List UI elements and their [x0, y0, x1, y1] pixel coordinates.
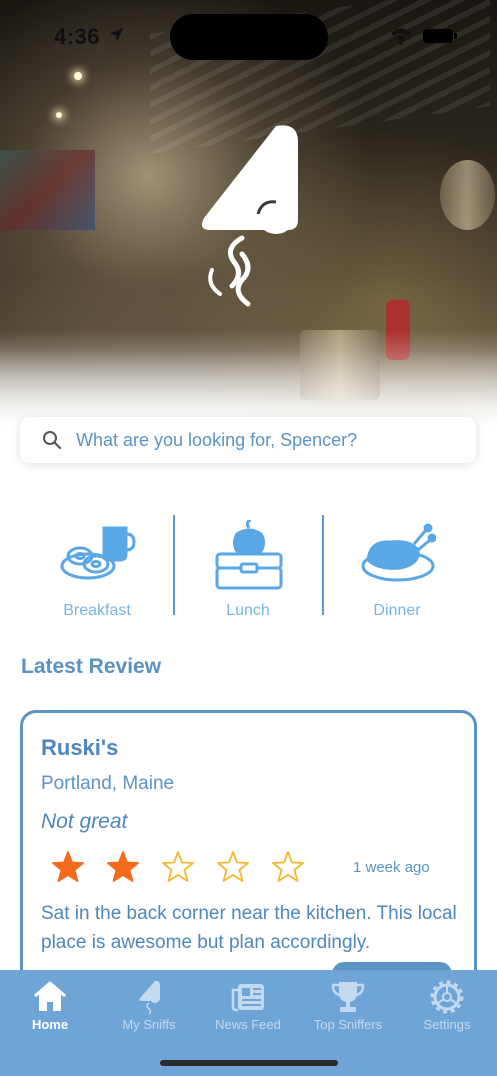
- newspaper-icon: [231, 984, 264, 1012]
- tab-my-sniffs[interactable]: My Sniffs: [99, 976, 199, 1036]
- ceiling-light: [56, 112, 62, 118]
- search-icon: [43, 431, 62, 450]
- review-verdict: Not great: [41, 810, 128, 833]
- star-empty-icon: [272, 851, 304, 882]
- latest-review-title: Latest Review: [21, 655, 162, 678]
- battery-icon: [423, 29, 457, 43]
- tab-label: News Feed: [215, 1017, 281, 1032]
- meal-label: Breakfast: [63, 602, 131, 619]
- wall-mural: [0, 150, 95, 230]
- star-filled-icon: [52, 851, 84, 882]
- search-bar[interactable]: What are you looking for, Spencer?: [20, 417, 476, 463]
- hero-fade: [0, 330, 497, 500]
- star-filled-icon: [107, 851, 139, 882]
- tab-home[interactable]: Home: [0, 976, 100, 1036]
- ceiling-light: [74, 72, 82, 80]
- lunchbox-apple-icon: [215, 520, 283, 590]
- home-icon: [34, 981, 66, 1011]
- search-placeholder: What are you looking for, Spencer?: [76, 430, 358, 450]
- tab-news-feed[interactable]: News Feed: [198, 976, 298, 1036]
- tab-settings[interactable]: Settings: [397, 976, 497, 1036]
- review-body: Sat in the back corner near the kitchen.…: [41, 903, 457, 953]
- status-time: 4:36: [54, 24, 101, 49]
- meal-label: Dinner: [373, 602, 421, 619]
- status-bar: 4:36: [0, 0, 497, 70]
- nose-icon: [139, 980, 160, 1014]
- meal-dinner[interactable]: Dinner: [322, 515, 472, 620]
- app-logo-nose-icon: [202, 125, 298, 307]
- tab-label: Settings: [423, 1017, 471, 1032]
- hanging-pan: [440, 160, 495, 230]
- star-empty-icon: [162, 851, 194, 882]
- review-restaurant-name[interactable]: Ruski's: [41, 735, 118, 761]
- coffee-donut-icon: [60, 526, 136, 580]
- meal-breakfast[interactable]: Breakfast: [22, 515, 172, 620]
- review-timestamp: 1 week ago: [353, 859, 430, 876]
- wifi-icon: [391, 28, 411, 45]
- trophy-icon: [331, 982, 365, 1012]
- home-indicator: [160, 1060, 338, 1066]
- gear-icon: [430, 980, 464, 1014]
- roast-chicken-icon: [361, 523, 436, 582]
- tab-top-sniffers[interactable]: Top Sniffers: [298, 976, 398, 1036]
- dynamic-island: [170, 14, 328, 60]
- meal-label: Lunch: [226, 602, 270, 619]
- meal-categories: Breakfast Lunch Dinner: [22, 515, 474, 620]
- tab-label: Home: [31, 1017, 69, 1032]
- tab-label: My Sniffs: [122, 1017, 176, 1032]
- tab-label: Top Sniffers: [313, 1017, 383, 1032]
- review-location: Portland, Maine: [41, 773, 175, 794]
- star-empty-icon: [217, 851, 249, 882]
- meal-lunch[interactable]: Lunch: [173, 515, 323, 620]
- location-arrow-icon: [109, 28, 123, 42]
